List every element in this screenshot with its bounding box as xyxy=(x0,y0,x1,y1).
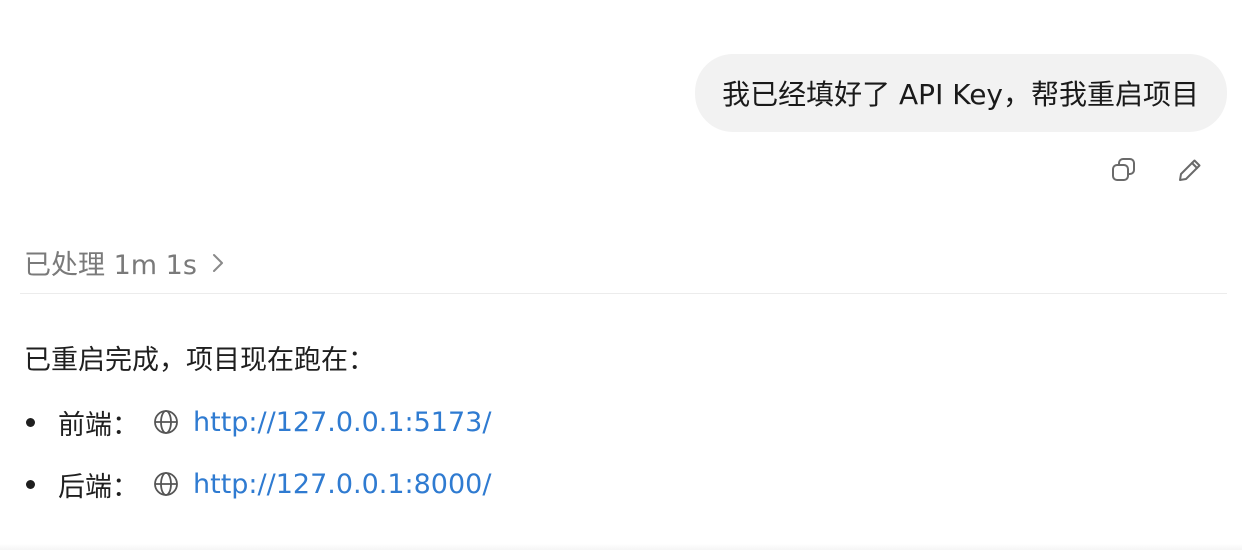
edit-button[interactable] xyxy=(1174,154,1206,186)
backend-url-link[interactable]: http://127.0.0.1:8000/ xyxy=(193,469,491,500)
user-message-bubble: 我已经填好了 API Key，帮我重启项目 xyxy=(695,54,1227,132)
reply-bullet-list: 前端： http://127.0.0.1:5173/ 后端： http://12… xyxy=(26,400,491,524)
message-actions xyxy=(1108,154,1206,186)
pencil-icon xyxy=(1179,159,1201,181)
user-message-text: 我已经填好了 API Key，帮我重启项目 xyxy=(722,78,1199,111)
list-item-backend: 后端： http://127.0.0.1:8000/ xyxy=(26,462,491,506)
globe-icon xyxy=(153,409,179,435)
copy-button[interactable] xyxy=(1108,154,1140,186)
frontend-label: 前端： xyxy=(58,409,139,441)
processing-summary[interactable]: 已处理 1m 1s xyxy=(24,243,225,282)
chevron-right-icon xyxy=(211,252,225,274)
bullet-icon xyxy=(26,417,35,427)
processing-label: 已处理 1m 1s xyxy=(24,250,197,281)
bottom-fade xyxy=(0,544,1242,550)
frontend-url-link[interactable]: http://127.0.0.1:5173/ xyxy=(193,407,491,438)
list-item-frontend: 前端： http://127.0.0.1:5173/ xyxy=(26,400,491,444)
globe-icon xyxy=(153,471,179,497)
backend-label: 后端： xyxy=(58,471,139,503)
reply-intro: 已重启完成，项目现在跑在： xyxy=(24,345,375,376)
divider xyxy=(20,293,1227,294)
bullet-icon xyxy=(26,479,35,489)
copy-icon xyxy=(1112,158,1135,181)
